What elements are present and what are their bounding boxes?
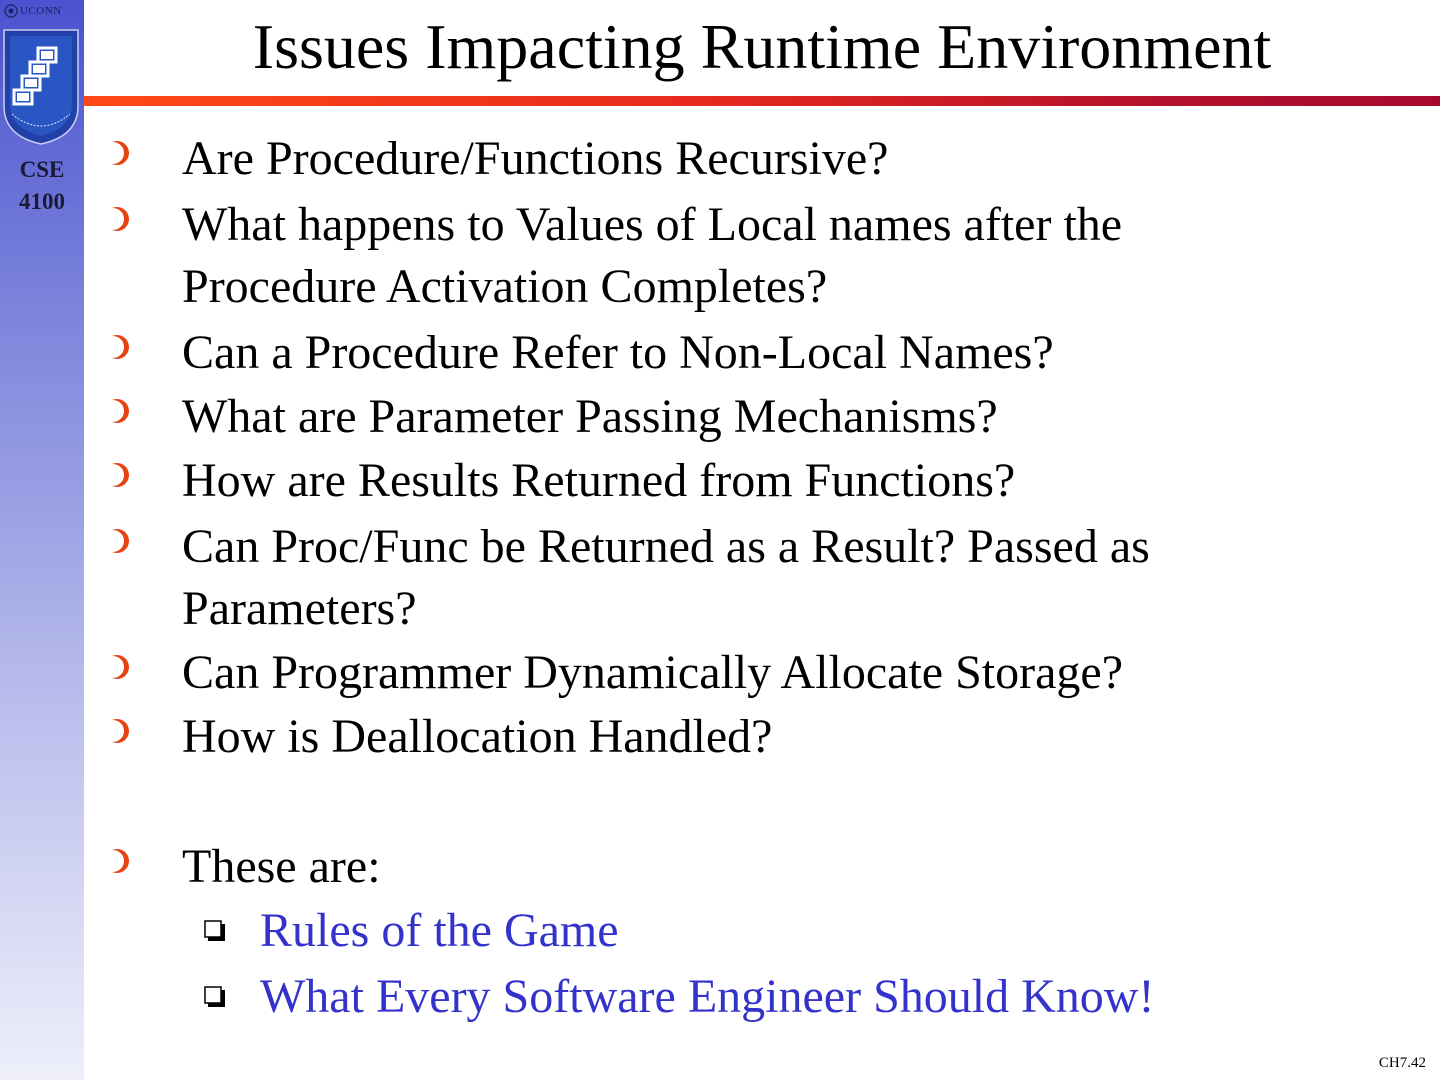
circle-bullet-icon [103,529,129,553]
slide-title: Issues Impacting Runtime Environment [252,11,1272,82]
circle-bullet-icon [103,655,129,679]
sub-bullet-text: What Every Software Engineer Should Know… [260,970,1155,1023]
circle-bullet-icon [103,141,129,165]
bullet-text: Can Programmer Dynamically Allocate Stor… [182,646,1124,699]
uconn-seal-icon [4,4,18,18]
square-bullet-icon [204,986,225,1007]
bullet-text: Can Proc/Func be Returned as a Result? P… [182,520,1150,573]
title-underline [84,96,1440,106]
bullet-text: What are Parameter Passing Mechanisms? [182,390,998,443]
circle-bullet-icon [103,207,129,231]
circle-bullet-icon [103,849,129,873]
bullet-text: How are Results Returned from Functions? [182,454,1016,507]
page-number: CH7.42 [1378,1055,1426,1071]
uconn-wordmark: UCONN [20,5,62,17]
bullet-text: Parameters? [182,582,417,635]
bullet-text: What happens to Values of Local names af… [182,198,1123,251]
sub-bullet-text: Rules of the Game [260,904,619,957]
course-code-line2: 4100 [19,189,65,214]
course-code-line1: CSE [19,157,65,182]
circle-bullet-icon [103,719,129,743]
bullet-text: These are: [182,840,381,893]
slide: UCONN CSE 4100 Issues Impacting Runtime [0,0,1440,1080]
course-code: CSE 4100 [0,154,84,218]
bullet-text: Are Procedure/Functions Recursive? [182,132,889,185]
bullet-text: How is Deallocation Handled? [182,710,773,763]
circle-bullet-icon [103,335,129,359]
department-logo-icon [3,29,79,145]
bullet-text: Procedure Activation Completes? [182,260,828,313]
bullet-text: Can a Procedure Refer to Non-Local Names… [182,326,1054,379]
square-bullet-icon [204,920,225,941]
circle-bullet-icon [103,463,129,487]
circle-bullet-icon [103,399,129,423]
sidebar: UCONN CSE 4100 [0,0,84,1080]
